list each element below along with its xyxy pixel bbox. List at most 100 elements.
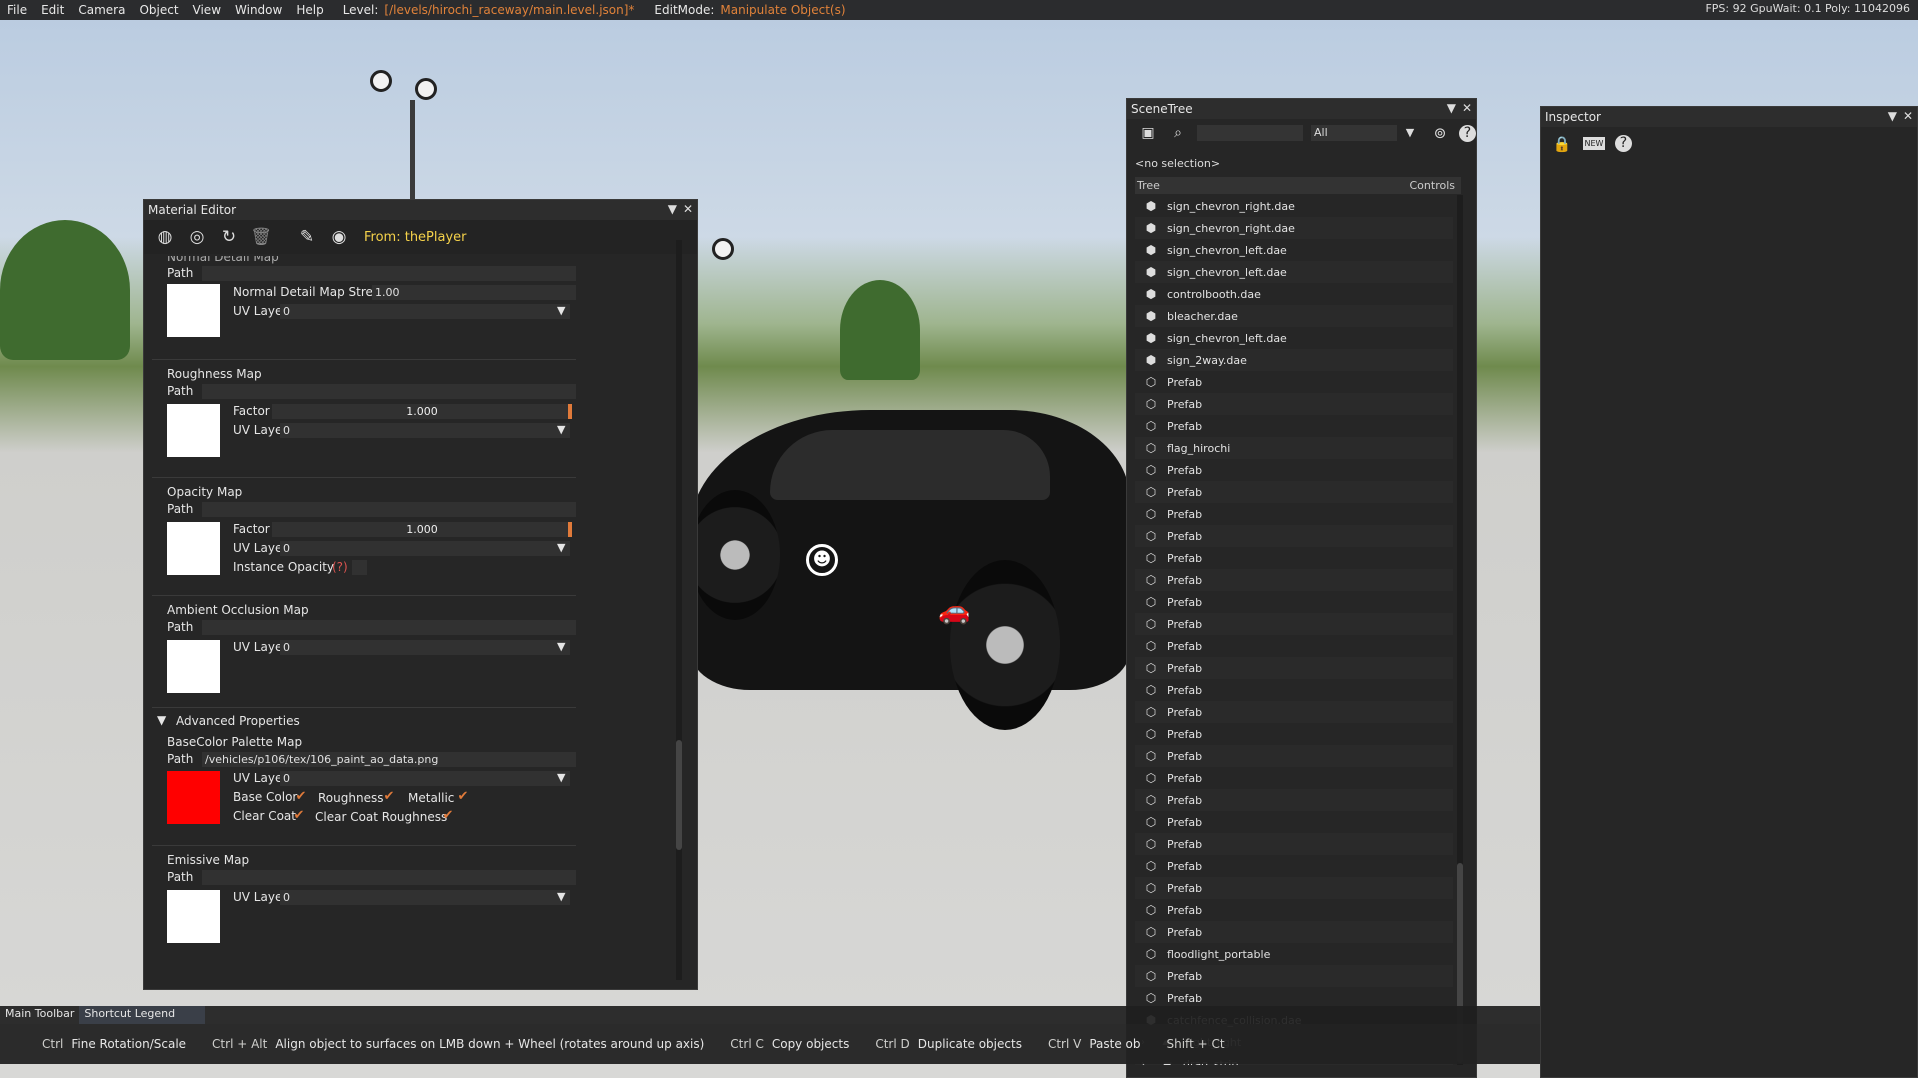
clear-coat-roughness-checkbox[interactable]: ✔ (441, 809, 455, 823)
tree-row[interactable]: ⬡ Prefab (1135, 415, 1453, 437)
eyedropper-icon[interactable]: ✎ (296, 226, 318, 248)
tree-row[interactable]: ⬡ Prefab (1135, 393, 1453, 415)
factor-slider[interactable]: 1.000 (272, 404, 572, 419)
path-input[interactable] (202, 870, 576, 885)
tree-row[interactable]: ⬡ Prefab (1135, 855, 1453, 877)
base-color-checkbox[interactable]: ✔ (294, 790, 308, 804)
tree-row[interactable]: ⬡ Prefab (1135, 723, 1453, 745)
vertical-scrollbar[interactable] (1457, 195, 1463, 1065)
menu-window[interactable]: Window (228, 3, 289, 17)
tree-row[interactable]: ⬡ Prefab (1135, 569, 1453, 591)
tree-row[interactable]: ⬡ Prefab (1135, 701, 1453, 723)
tree-row[interactable]: ⬡ floodlight_portable (1135, 943, 1453, 965)
menu-help[interactable]: Help (289, 3, 330, 17)
tree-row[interactable]: ⬡ Prefab (1135, 811, 1453, 833)
tree-row[interactable]: ⬢ sign_2way.dae (1135, 349, 1453, 371)
help-hint[interactable]: (?) (332, 560, 348, 574)
tree-row[interactable]: ⬡ Prefab (1135, 767, 1453, 789)
texture-preview[interactable] (167, 404, 220, 457)
uv-layer-select[interactable]: 0 (280, 304, 570, 319)
broadcast-icon[interactable]: ⊚ (1429, 122, 1451, 144)
tree-row[interactable]: ⬢ sign_chevron_right.dae (1135, 195, 1453, 217)
slider-knob[interactable] (568, 522, 572, 537)
chevron-down-icon[interactable]: ▼ (557, 771, 565, 784)
texture-preview[interactable] (167, 771, 220, 824)
tree-row[interactable]: ⬡ Prefab (1135, 921, 1453, 943)
tree-row[interactable]: ⬢ controlbooth.dae (1135, 283, 1453, 305)
scenetree-titlebar[interactable]: SceneTree ▼ ✕ (1127, 99, 1476, 119)
menu-file[interactable]: File (0, 3, 34, 17)
new-badge-icon[interactable]: NEW (1583, 137, 1605, 150)
menu-edit[interactable]: Edit (34, 3, 71, 17)
filter-select[interactable]: All (1311, 125, 1397, 141)
help-icon[interactable]: ? (1459, 124, 1476, 142)
tree-row[interactable]: ⬡ Prefab (1135, 679, 1453, 701)
tree-row[interactable]: ⬡ Prefab (1135, 547, 1453, 569)
tree-row[interactable]: ⬡ Prefab (1135, 877, 1453, 899)
uv-layer-select[interactable]: 0 (280, 541, 570, 556)
texture-preview[interactable] (167, 890, 220, 943)
tree-row[interactable]: ⬡ Prefab (1135, 371, 1453, 393)
tree-row[interactable]: ⬡ Prefab (1135, 503, 1453, 525)
slider-knob[interactable] (568, 404, 572, 419)
tree-row[interactable]: ⬡ Prefab (1135, 591, 1453, 613)
roughness-checkbox[interactable]: ✔ (382, 790, 396, 804)
tree-row[interactable]: ⬡ Prefab (1135, 613, 1453, 635)
globe-icon[interactable]: ◉ (328, 226, 350, 248)
collapse-icon[interactable]: ▼ (1888, 109, 1897, 123)
path-input[interactable] (202, 266, 576, 281)
material-sphere-alt-icon[interactable]: ◎ (186, 226, 208, 248)
tree-row[interactable]: ⬡ Prefab (1135, 657, 1453, 679)
tree-row[interactable]: ⬢ sign_chevron_left.dae (1135, 261, 1453, 283)
menu-camera[interactable]: Camera (71, 3, 132, 17)
path-input[interactable]: /vehicles/p106/tex/106_paint_ao_data.png (202, 752, 576, 767)
vehicle-gizmo-icon[interactable]: 🚗 (938, 598, 970, 630)
tree-row[interactable]: ⬡ Prefab (1135, 789, 1453, 811)
tree-row[interactable]: ⬡ Prefab (1135, 833, 1453, 855)
lock-icon[interactable]: 🔒 (1551, 133, 1573, 155)
tab-shortcut-legend[interactable]: Shortcut Legend (79, 1006, 206, 1024)
player-gizmo-icon[interactable]: ☻ (806, 544, 838, 576)
chevron-down-icon[interactable]: ▼ (557, 304, 565, 317)
close-icon[interactable]: ✕ (1462, 101, 1472, 115)
menu-object[interactable]: Object (132, 3, 185, 17)
tree-row[interactable]: ⬢ sign_chevron_left.dae (1135, 327, 1453, 349)
tree-row[interactable]: ⬢ sign_chevron_left.dae (1135, 239, 1453, 261)
menu-view[interactable]: View (186, 3, 228, 17)
path-input[interactable] (202, 502, 576, 517)
chevron-down-icon[interactable]: ▼ (557, 541, 565, 554)
chevron-down-icon[interactable]: ▼ (557, 890, 565, 903)
tree-row[interactable]: ⬢ bleacher.dae (1135, 305, 1453, 327)
advanced-properties-header[interactable]: ▼ Advanced Properties (152, 708, 576, 730)
collapse-icon[interactable]: ▼ (1447, 101, 1456, 115)
inspector-titlebar[interactable]: Inspector ▼ ✕ (1541, 107, 1917, 127)
tree-row[interactable]: ⬡ flag_hirochi (1135, 437, 1453, 459)
tree-row[interactable]: ⬡ Prefab (1135, 525, 1453, 547)
texture-preview[interactable] (167, 640, 220, 693)
tree-row[interactable]: ⬡ Prefab (1135, 635, 1453, 657)
collapse-arrow-icon[interactable]: ▼ (157, 713, 166, 727)
close-icon[interactable]: ✕ (683, 202, 693, 216)
metallic-checkbox[interactable]: ✔ (456, 790, 470, 804)
uv-layer-select[interactable]: 0 (280, 771, 570, 786)
search-input[interactable] (1197, 125, 1303, 141)
tree-row[interactable]: ⬡ Prefab (1135, 965, 1453, 987)
add-folder-icon[interactable]: ▣ (1137, 122, 1159, 144)
vertical-scrollbar[interactable] (676, 240, 682, 980)
collapse-icon[interactable]: ▼ (668, 202, 677, 216)
material-sphere-icon[interactable]: ◍ (154, 226, 176, 248)
texture-preview[interactable] (167, 284, 220, 337)
path-input[interactable] (202, 384, 576, 399)
uv-layer-select[interactable]: 0 (280, 890, 570, 905)
chevron-down-icon[interactable]: ▼ (557, 423, 565, 436)
uv-layer-select[interactable]: 0 (280, 640, 570, 655)
tree-row[interactable]: ⬡ Prefab (1135, 745, 1453, 767)
tree-row[interactable]: ⬡ Prefab (1135, 459, 1453, 481)
chevron-down-icon[interactable]: ▼ (1399, 122, 1421, 144)
strength-input[interactable]: 1.00 (372, 285, 576, 300)
help-icon[interactable]: ? (1615, 135, 1632, 152)
trash-icon[interactable]: 🗑 (250, 226, 272, 248)
material-editor-titlebar[interactable]: Material Editor ▼ ✕ (144, 200, 697, 220)
tree-row[interactable]: ⬢ sign_chevron_right.dae (1135, 217, 1453, 239)
instance-opacity-checkbox[interactable] (352, 560, 367, 575)
